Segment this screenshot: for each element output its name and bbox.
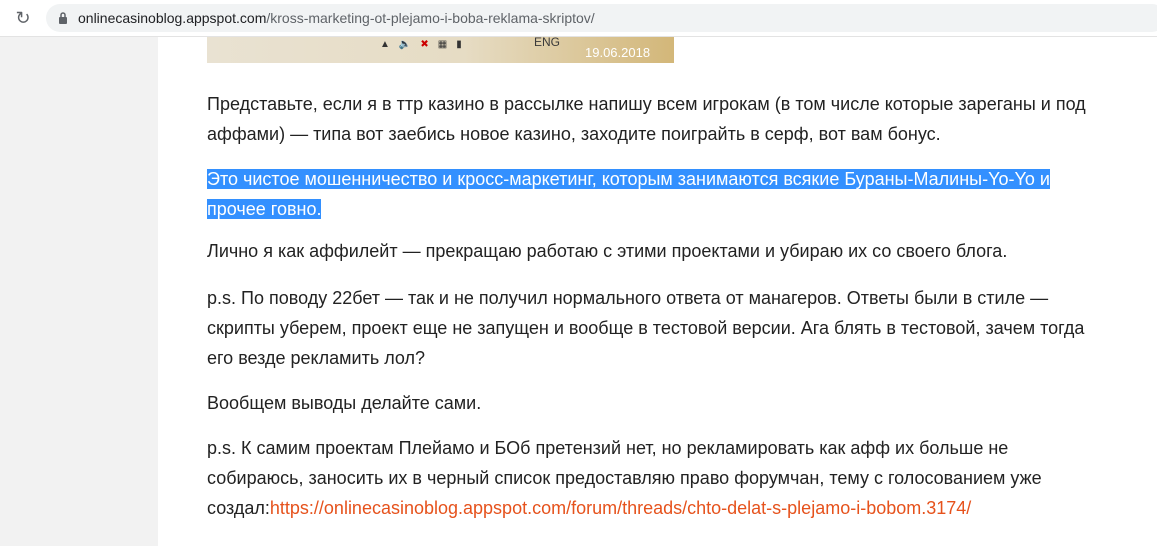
paragraph-2-highlighted: Это чистое мошенничество и кросс-маркети…: [207, 164, 1107, 224]
paragraph-5: Вообщем выводы делайте сами.: [207, 393, 482, 413]
paragraph-4: p.s. По поводу 22бет — так и не получил …: [207, 288, 1085, 368]
speaker-icon: 🔈: [398, 38, 412, 50]
system-tray: ▲ 🔈 ✖ ▦ ▮: [380, 37, 462, 51]
embedded-screenshot: ▲ 🔈 ✖ ▦ ▮ ENG 19.06.2018: [207, 37, 674, 63]
address-bar[interactable]: onlinecasinoblog.appspot.com/kross-marke…: [46, 4, 1157, 32]
paragraph-3: Лично я как аффилейт — прекращаю работаю…: [207, 241, 1008, 261]
tray-date: 19.06.2018: [585, 45, 651, 60]
battery-icon: ▮: [456, 38, 462, 50]
forum-thread-link[interactable]: https://onlinecasinoblog.appspot.com/for…: [270, 498, 971, 518]
lock-icon: [59, 12, 67, 24]
left-gutter: [0, 37, 158, 546]
url-text[interactable]: onlinecasinoblog.appspot.com/kross-marke…: [78, 10, 595, 26]
reload-icon[interactable]: ↻: [12, 7, 34, 29]
url-path: /kross-marketing-ot-plejamo-i-boba-rekla…: [266, 10, 595, 26]
tray-language: ENG: [534, 37, 561, 49]
article-content: ▲ 🔈 ✖ ▦ ▮ ENG 19.06.2018 Представьте, ес…: [158, 37, 1157, 546]
paragraph-6: p.s. К самим проектам Плейамо и БОб прет…: [207, 433, 1107, 523]
selected-text-line-2[interactable]: прочее говно.: [207, 199, 322, 219]
url-host: onlinecasinoblog.appspot.com: [78, 10, 267, 26]
signal-icon: ▦: [437, 38, 448, 50]
selected-text-line-1[interactable]: Это чистое мошенничество и кросс-маркети…: [207, 169, 1050, 189]
network-warning-icon: ✖: [420, 38, 429, 50]
paragraph-1: Представьте, если я в ттр казино в рассы…: [207, 94, 1086, 144]
tray-arrow-icon: ▲: [380, 38, 390, 50]
browser-toolbar: ↻ onlinecasinoblog.appspot.com/kross-mar…: [0, 0, 1157, 37]
